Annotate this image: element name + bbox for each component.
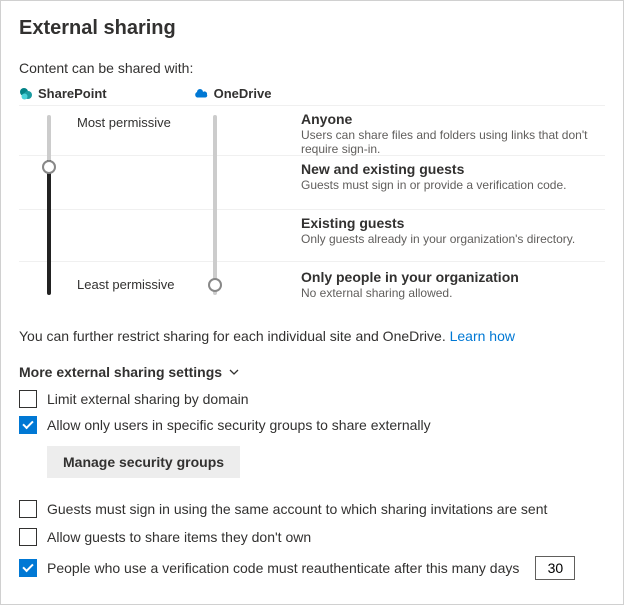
level-desc: Guests must sign in or provide a verific…: [301, 178, 601, 192]
checkbox-allow-groups[interactable]: [19, 416, 37, 434]
level-desc: Users can share files and folders using …: [301, 128, 601, 156]
option-guests-same-account: Guests must sign in using the same accou…: [19, 500, 605, 518]
permission-sliders: Most permissive Least permissive Anyone …: [19, 105, 605, 310]
restrict-note: You can further restrict sharing for eac…: [19, 328, 450, 344]
sharepoint-slider-track[interactable]: [47, 115, 51, 295]
option-reauth-days: People who use a verification code must …: [19, 556, 605, 580]
onedrive-icon: [193, 88, 209, 100]
sharepoint-label: SharePoint: [38, 86, 107, 101]
sharepoint-icon: [19, 87, 33, 101]
option-label: Allow guests to share items they don't o…: [47, 529, 311, 545]
onedrive-slider-knob[interactable]: [208, 278, 222, 292]
option-allow-groups: Allow only users in specific security gr…: [19, 416, 605, 434]
reauth-days-input[interactable]: [535, 556, 575, 580]
page-title: External sharing: [19, 17, 605, 40]
sharepoint-slider-knob[interactable]: [42, 160, 56, 174]
option-label: People who use a verification code must …: [47, 560, 519, 576]
level-new-existing-guests: New and existing guests Guests must sign…: [301, 161, 601, 192]
checkbox-guests-share-not-own[interactable]: [19, 528, 37, 546]
level-anyone: Anyone Users can share files and folders…: [301, 111, 601, 156]
product-onedrive: OneDrive: [193, 86, 272, 101]
checkbox-reauth-days[interactable]: [19, 559, 37, 577]
more-settings-toggle[interactable]: More external sharing settings: [19, 364, 605, 380]
least-permissive-label: Least permissive: [77, 277, 175, 292]
level-title: Anyone: [301, 111, 601, 127]
level-existing-guests: Existing guests Only guests already in y…: [301, 215, 601, 246]
most-permissive-label: Most permissive: [77, 115, 171, 130]
level-title: Existing guests: [301, 215, 601, 231]
option-label: Allow only users in specific security gr…: [47, 417, 431, 433]
external-sharing-panel: External sharing Content can be shared w…: [0, 0, 624, 605]
learn-how-link[interactable]: Learn how: [450, 328, 515, 344]
chevron-down-icon: [228, 366, 240, 378]
checkbox-guests-same-account[interactable]: [19, 500, 37, 518]
level-desc: No external sharing allowed.: [301, 286, 601, 300]
level-title: New and existing guests: [301, 161, 601, 177]
more-settings-label: More external sharing settings: [19, 364, 222, 380]
option-guests-share-not-own: Allow guests to share items they don't o…: [19, 528, 605, 546]
manage-security-groups-button[interactable]: Manage security groups: [47, 446, 240, 478]
level-desc: Only guests already in your organization…: [301, 232, 601, 246]
option-limit-domain: Limit external sharing by domain: [19, 390, 605, 408]
product-row: SharePoint OneDrive: [19, 86, 605, 101]
option-label: Guests must sign in using the same accou…: [47, 501, 547, 517]
option-label: Limit external sharing by domain: [47, 391, 249, 407]
content-shared-with-label: Content can be shared with:: [19, 60, 605, 76]
checkbox-limit-domain[interactable]: [19, 390, 37, 408]
product-sharepoint: SharePoint: [19, 86, 107, 101]
onedrive-slider-track[interactable]: [213, 115, 217, 295]
level-only-org: Only people in your organization No exte…: [301, 269, 601, 300]
onedrive-label: OneDrive: [214, 86, 272, 101]
level-title: Only people in your organization: [301, 269, 601, 285]
restrict-note-row: You can further restrict sharing for eac…: [19, 328, 605, 344]
